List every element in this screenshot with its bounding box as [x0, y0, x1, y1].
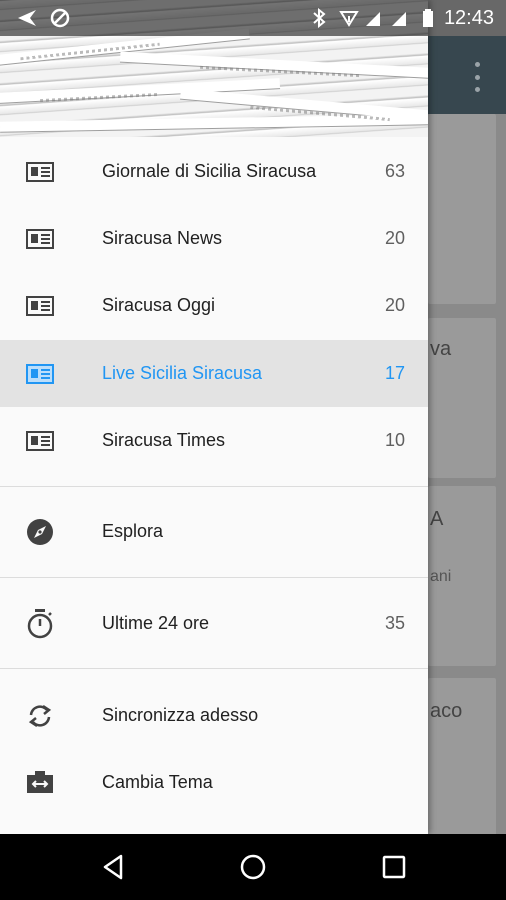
divider — [0, 668, 428, 669]
divider — [0, 577, 428, 578]
compass-icon — [24, 518, 56, 546]
clock: 12:43 — [443, 7, 494, 29]
drawer-item-label: Cambia Tema — [102, 772, 213, 792]
drawer-item-label: Siracusa Oggi — [102, 295, 216, 315]
drawer-item-label: Sincronizza adesso — [102, 705, 259, 725]
signal-icon — [366, 12, 380, 26]
drawer-item-giornale-di-sicilia-siracusa[interactable]: Giornale di Sicilia Siracusa 63 — [0, 138, 428, 205]
drawer-item-cambia-tema[interactable]: Cambia Tema — [0, 749, 428, 816]
newspaper-icon — [24, 225, 56, 253]
drawer-item-siracusa-oggi[interactable]: Siracusa Oggi 20 — [0, 272, 428, 339]
article-title-fragment: A — [430, 508, 444, 530]
system-navigation-bar — [0, 834, 506, 900]
drawer-item-ultime-24-ore[interactable]: Ultime 24 ore 35 — [0, 590, 428, 657]
drawer-item-label: Esplora — [102, 521, 164, 541]
unread-count: 17 — [384, 363, 405, 383]
unread-count: 35 — [384, 613, 405, 633]
data-sync-icon — [339, 11, 359, 27]
recent-apps-icon[interactable] — [379, 852, 409, 882]
drawer-item-siracusa-news[interactable]: Siracusa News 20 — [0, 205, 428, 272]
back-icon[interactable] — [99, 852, 129, 882]
status-bar: 12:43 — [0, 0, 506, 36]
drawer-item-sincronizza-adesso[interactable]: Sincronizza adesso — [0, 682, 428, 749]
divider — [0, 486, 428, 487]
newspaper-icon — [24, 158, 56, 186]
unread-count: 20 — [384, 228, 405, 248]
newspaper-icon — [24, 292, 56, 320]
battery-icon — [423, 9, 433, 27]
drawer-item-siracusa-times[interactable]: Siracusa Times 10 — [0, 407, 428, 474]
drawer-item-esplora[interactable]: Esplora — [0, 498, 428, 565]
send-notification-icon — [18, 10, 36, 26]
article-title-fragment: aco — [430, 700, 463, 722]
article-card[interactable] — [428, 114, 496, 304]
drawer-item-label: Live Sicilia Siracusa — [102, 363, 263, 383]
article-snippet-fragment: ani — [430, 568, 452, 585]
theme-switch-icon — [24, 769, 56, 797]
unread-count: 20 — [384, 295, 405, 315]
navigation-drawer: Giornale di Sicilia Siracusa 63 Siracusa… — [0, 0, 428, 834]
drawer-item-label: Ultime 24 ore — [102, 613, 210, 633]
newspaper-icon — [24, 360, 56, 388]
sync-icon — [24, 702, 56, 730]
drawer-item-label: Siracusa Times — [102, 430, 226, 450]
newspaper-icon — [24, 427, 56, 455]
unread-count: 10 — [384, 430, 405, 450]
timer-icon — [24, 609, 56, 639]
drawer-item-label: Giornale di Sicilia Siracusa — [102, 161, 317, 181]
unread-count: 63 — [384, 161, 405, 181]
article-title-fragment: va — [430, 338, 452, 360]
bluetooth-icon — [313, 8, 326, 28]
signal-icon — [392, 12, 406, 26]
drawer-item-live-sicilia-siracusa[interactable]: Live Sicilia Siracusa 17 — [0, 340, 428, 407]
home-icon[interactable] — [238, 852, 268, 882]
overflow-menu-icon[interactable] — [470, 62, 484, 92]
drawer-item-label: Siracusa News — [102, 228, 223, 248]
blocked-icon — [50, 8, 70, 28]
